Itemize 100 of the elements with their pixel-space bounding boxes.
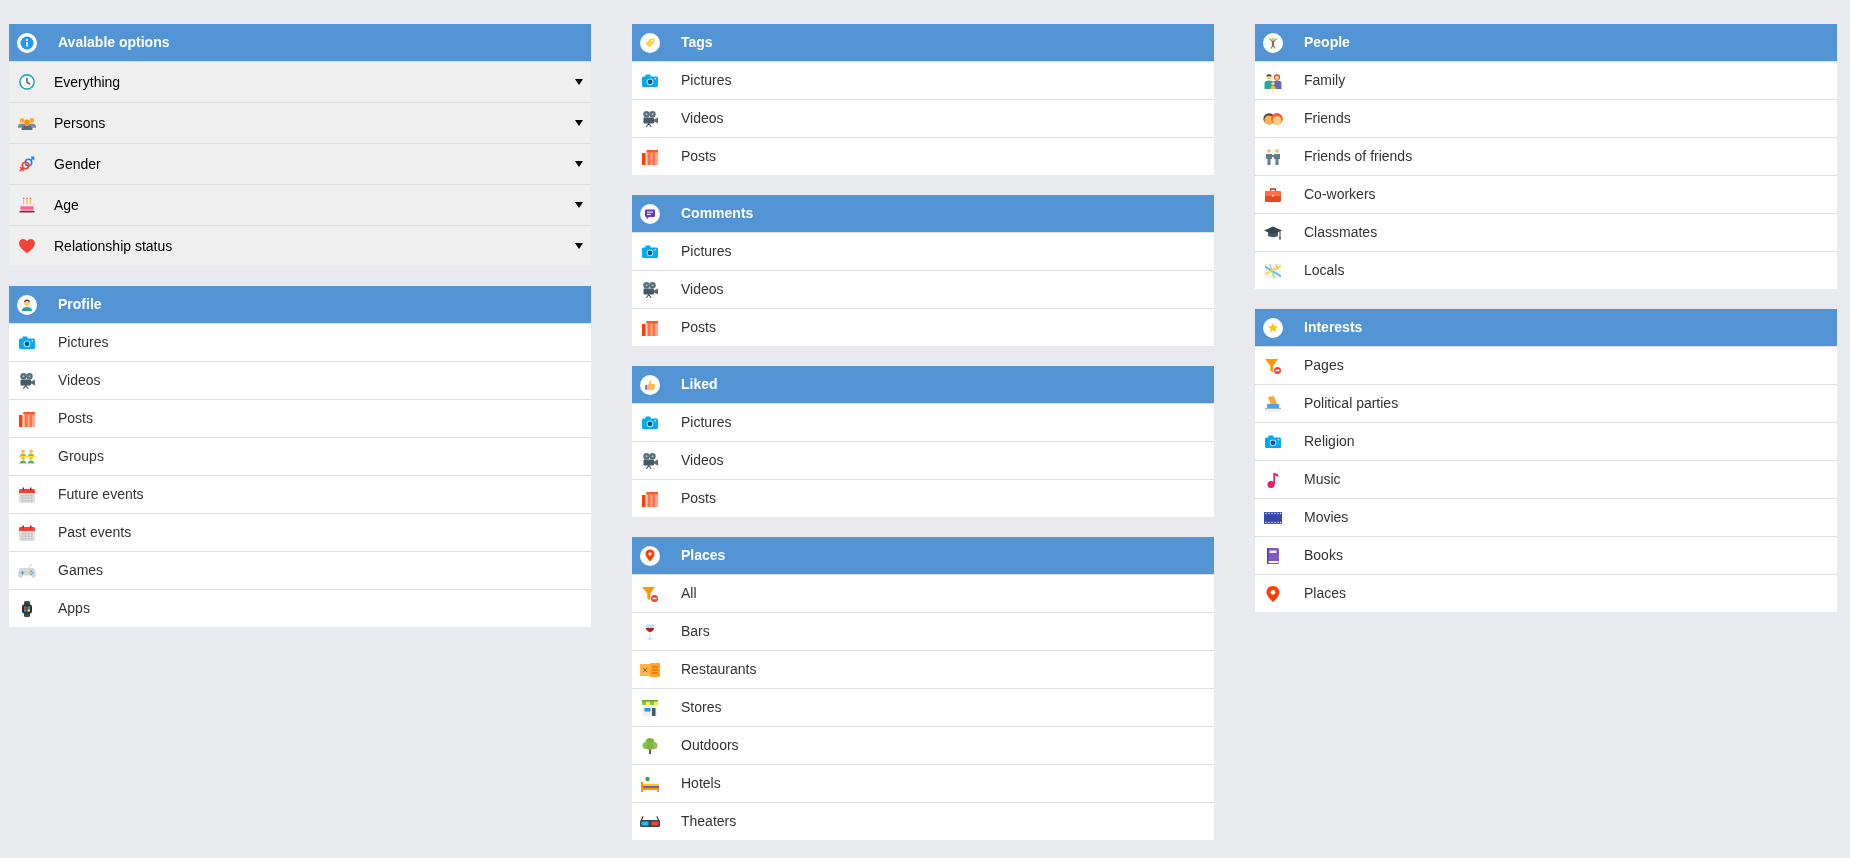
newspaper-icon (19, 410, 35, 427)
list-item[interactable]: Movies (1255, 498, 1837, 536)
cake-icon (19, 197, 35, 213)
panel-title: Comments (681, 204, 754, 223)
dropdown[interactable]: Persons (9, 102, 591, 143)
list-item[interactable]: Friends of friends (1255, 137, 1837, 175)
list-item[interactable]: Pictures (632, 61, 1214, 99)
dropdown[interactable]: Relationship status (9, 225, 591, 266)
gender-symbols-icon (19, 156, 35, 172)
menu-card-icon (640, 662, 660, 677)
tree-icon (642, 737, 658, 754)
list-item[interactable]: Groups (9, 437, 591, 475)
panel-title: Interests (1304, 318, 1363, 337)
movie-camera-icon (642, 281, 658, 298)
movie-camera-icon (642, 452, 658, 469)
people-icon (17, 116, 37, 130)
movie-camera-icon (642, 110, 658, 127)
caret-icon (575, 79, 583, 85)
list-item[interactable]: Friends (1255, 99, 1837, 137)
holding-hands-icon (1265, 148, 1281, 165)
panel-title: Places (681, 546, 726, 565)
book-icon (1267, 547, 1279, 564)
heart-icon (19, 239, 35, 253)
map-icon (1265, 262, 1281, 279)
list-item[interactable]: Places (1255, 574, 1837, 612)
caret-icon (575, 243, 583, 249)
list-item[interactable]: Past events (9, 513, 591, 551)
dropdown[interactable]: Age (9, 184, 591, 225)
list-item[interactable]: Locals (1255, 251, 1837, 289)
calendar-icon (19, 524, 35, 541)
two-heads-icon (1263, 112, 1283, 125)
list-item[interactable]: Videos (632, 270, 1214, 308)
list-item[interactable]: Outdoors (632, 726, 1214, 764)
list-item[interactable]: Videos (9, 361, 591, 399)
graduation-cap-icon (1264, 225, 1282, 240)
list-item[interactable]: Music (1255, 460, 1837, 498)
panel-title: Liked (681, 375, 718, 394)
list-item[interactable]: Posts (632, 479, 1214, 517)
list-item[interactable]: Games (9, 551, 591, 589)
list-item[interactable]: All (632, 574, 1214, 612)
panel-title: Tags (681, 33, 713, 52)
list-item[interactable]: Theaters (632, 802, 1214, 840)
camera-icon (19, 336, 35, 349)
calendar-icon (19, 486, 35, 503)
bed-icon (641, 775, 659, 792)
map-pin-icon (1266, 585, 1280, 602)
list-item[interactable]: Religion (1255, 422, 1837, 460)
person-icon (17, 294, 37, 315)
list-item[interactable]: Books (1255, 536, 1837, 574)
list-item[interactable]: Pages (1255, 346, 1837, 384)
music-note-icon (1267, 471, 1279, 488)
camera-icon (642, 245, 658, 258)
map-pin-icon (640, 545, 660, 566)
newspaper-icon (642, 148, 658, 165)
list-item[interactable]: Family (1255, 61, 1837, 99)
list-item[interactable]: Stores (632, 688, 1214, 726)
gamepad-icon (18, 562, 36, 579)
list-item[interactable]: Political parties (1255, 384, 1837, 422)
list-item[interactable]: Hotels (632, 764, 1214, 802)
list-item[interactable]: Pictures (9, 323, 591, 361)
caret-icon (575, 202, 583, 208)
dropdown[interactable]: Everything (9, 61, 591, 102)
list-item[interactable]: Pictures (632, 232, 1214, 270)
list-item[interactable]: Pictures (632, 403, 1214, 441)
funnel-icon (1265, 357, 1281, 374)
list-item[interactable]: Classmates (1255, 213, 1837, 251)
group-icon (19, 448, 35, 465)
panel-title: People (1304, 33, 1350, 52)
speech-bubble-icon (640, 203, 660, 224)
briefcase-icon (1265, 187, 1281, 202)
camera-icon (642, 416, 658, 429)
list-item[interactable]: Future events (9, 475, 591, 513)
caret-icon (575, 120, 583, 126)
tag-icon (640, 32, 660, 53)
list-item[interactable]: Apps (9, 589, 591, 627)
family-icon (1264, 72, 1282, 89)
funnel-icon (642, 585, 658, 602)
camera-icon (642, 74, 658, 87)
list-item[interactable]: Posts (632, 308, 1214, 346)
wine-glass-icon (645, 623, 655, 640)
dropdown[interactable]: Gender (9, 143, 591, 184)
list-item[interactable]: Posts (9, 399, 591, 437)
clock-icon (19, 74, 35, 90)
figure-icon (1263, 32, 1283, 53)
3d-glasses-icon (640, 816, 660, 827)
list-item[interactable]: Restaurants (632, 650, 1214, 688)
info-icon (17, 32, 37, 53)
list-item[interactable]: Posts (632, 137, 1214, 175)
caret-icon (575, 161, 583, 167)
storefront-icon (642, 699, 658, 716)
list-item[interactable]: Videos (632, 99, 1214, 137)
list-item[interactable]: Bars (632, 612, 1214, 650)
camera-icon (1265, 435, 1281, 448)
thumbs-up-icon (640, 374, 660, 395)
list-item[interactable]: Videos (632, 441, 1214, 479)
panel-title: Avalable options (58, 33, 170, 52)
newspaper-icon (642, 490, 658, 507)
list-item[interactable]: Co-workers (1255, 175, 1837, 213)
film-strip-icon (1264, 511, 1282, 524)
smartwatch-icon (22, 600, 32, 617)
